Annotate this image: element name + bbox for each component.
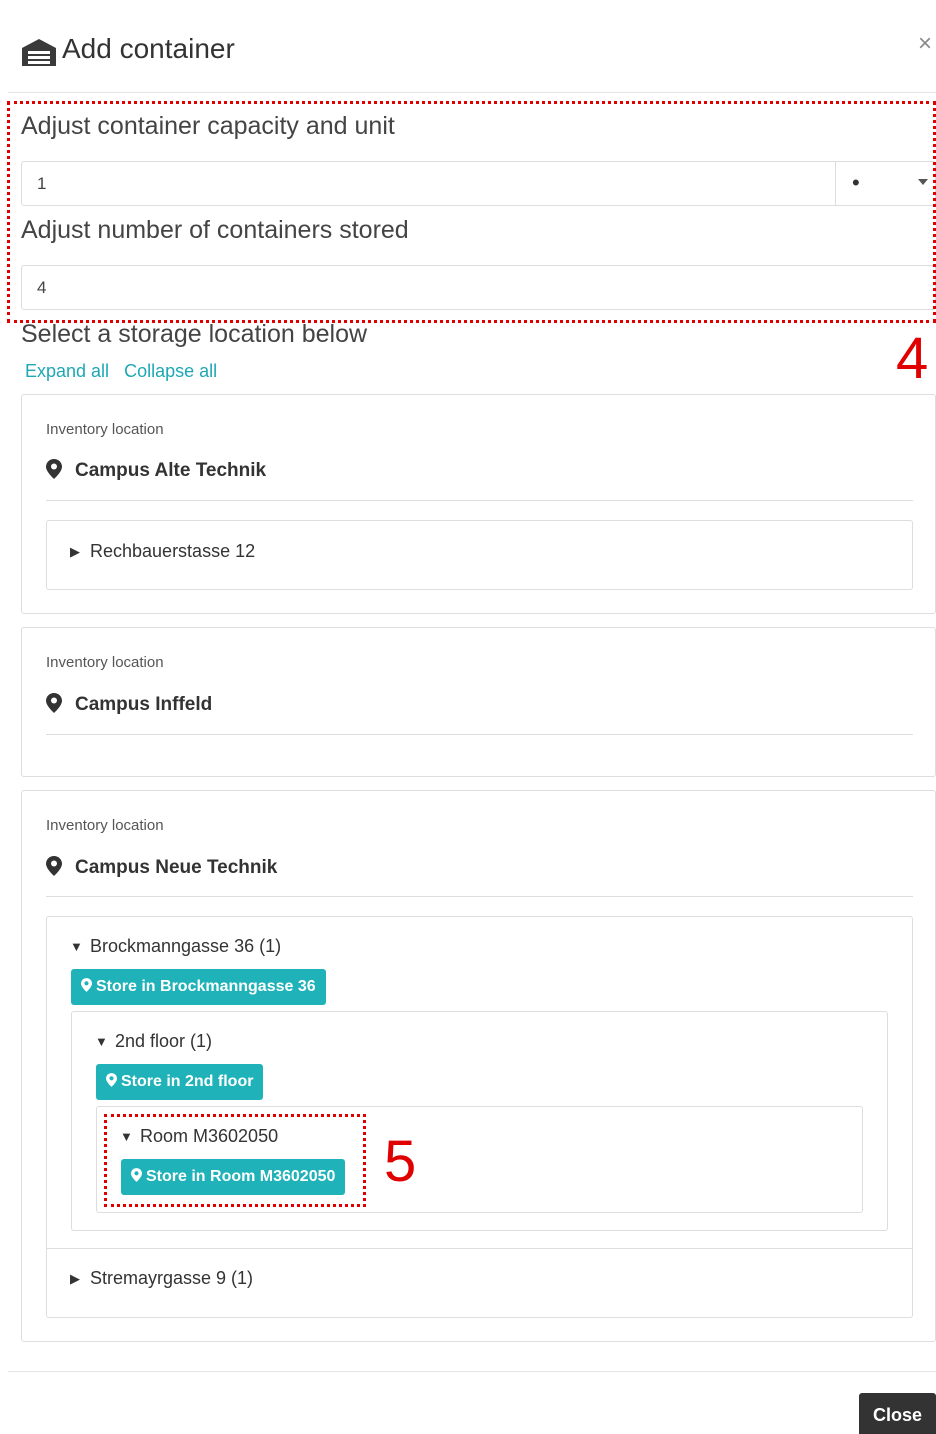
tree-node-stremayrgasse[interactable]: ▶ Stremayrgasse 9 (1) xyxy=(70,1268,253,1289)
expand-collapse-links: Expand all Collapse all xyxy=(25,361,227,382)
campus-name: Campus Neue Technik xyxy=(75,857,278,878)
store-button-label: Store in 2nd floor xyxy=(121,1073,254,1090)
tree-node-label: Rechbauerstasse 12 xyxy=(90,541,256,561)
caret-right-icon[interactable]: ▶ xyxy=(70,544,84,560)
caret-down-icon[interactable]: ▼ xyxy=(70,939,84,954)
inventory-location-label: Inventory location xyxy=(46,654,164,671)
expand-all-link[interactable]: Expand all xyxy=(25,361,109,381)
location-divider xyxy=(46,896,913,897)
dialog-header: Add container × xyxy=(0,0,936,92)
map-marker-icon xyxy=(106,1073,117,1087)
tree-node-label: Stremayrgasse 9 (1) xyxy=(90,1268,254,1288)
location-panel: Inventory location Campus Neue Technik ▼… xyxy=(21,790,936,1342)
building-panel: ▶ Rechbauerstasse 12 xyxy=(46,520,913,590)
header-divider xyxy=(8,92,936,93)
tree-node-label: Brockmanngasse 36 (1) xyxy=(90,936,282,956)
store-in-brockmanngasse-button[interactable]: Store in Brockmanngasse 36 xyxy=(71,969,326,1005)
building-divider xyxy=(47,1248,912,1249)
annotation-box-5 xyxy=(104,1114,366,1207)
tree-node-2nd-floor[interactable]: ▼ 2nd floor (1) xyxy=(95,1031,212,1052)
annotation-number-4: 4 xyxy=(896,326,929,391)
campus-name: Campus Alte Technik xyxy=(75,460,267,481)
map-marker-icon xyxy=(46,693,62,713)
tree-node-brockmanngasse[interactable]: ▼ Brockmanngasse 36 (1) xyxy=(70,936,281,957)
map-marker-icon xyxy=(46,856,62,876)
storage-label: Select a storage location below xyxy=(21,320,368,348)
warehouse-icon xyxy=(22,39,56,66)
collapse-all-link[interactable]: Collapse all xyxy=(124,361,217,381)
annotation-box-4 xyxy=(7,101,936,323)
caret-down-icon[interactable]: ▼ xyxy=(95,1034,109,1049)
map-marker-icon xyxy=(81,978,92,992)
store-button-label: Store in Brockmanngasse 36 xyxy=(96,978,316,995)
caret-right-icon[interactable]: ▶ xyxy=(70,1271,84,1287)
map-marker-icon xyxy=(46,459,62,479)
inventory-location-label: Inventory location xyxy=(46,817,164,834)
location-panel: Inventory location Campus Alte Technik ▶… xyxy=(21,394,936,614)
location-divider xyxy=(46,734,913,735)
close-icon[interactable]: × xyxy=(918,30,932,58)
annotation-number-5: 5 xyxy=(384,1129,417,1194)
footer-divider xyxy=(8,1371,936,1372)
inventory-location-label: Inventory location xyxy=(46,421,164,438)
dialog-title: Add container xyxy=(62,33,235,64)
location-panel: Inventory location Campus Inffeld xyxy=(21,627,936,777)
close-button[interactable]: Close xyxy=(859,1393,936,1434)
campus-name: Campus Inffeld xyxy=(75,694,213,715)
tree-node-rechbauerstasse[interactable]: ▶ Rechbauerstasse 12 xyxy=(70,541,255,562)
tree-node-label: 2nd floor (1) xyxy=(115,1031,213,1051)
store-in-2nd-floor-button[interactable]: Store in 2nd floor xyxy=(96,1064,264,1100)
location-divider xyxy=(46,500,913,501)
